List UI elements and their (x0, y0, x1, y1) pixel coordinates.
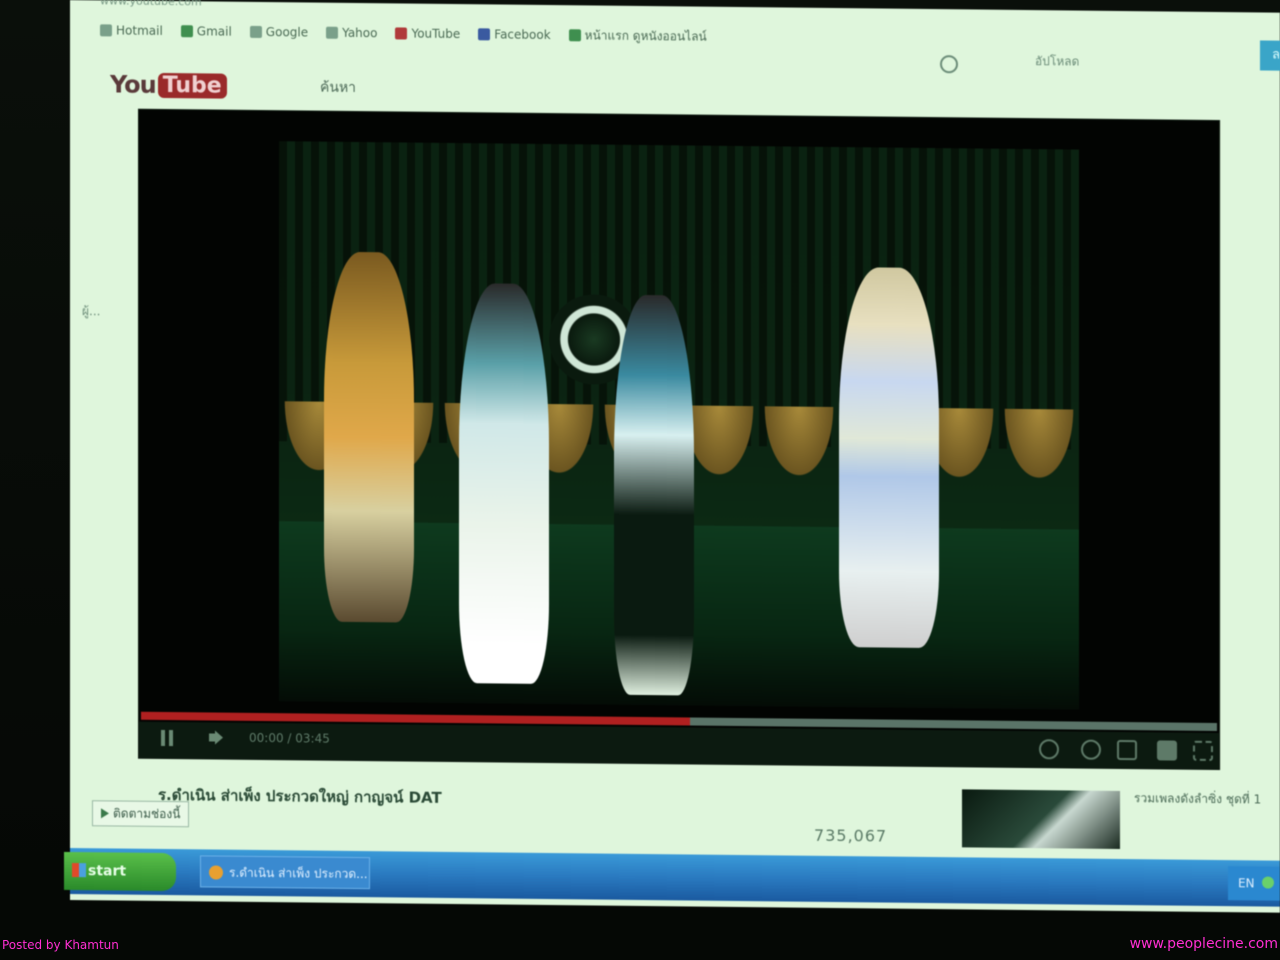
captions-icon[interactable] (1039, 739, 1059, 760)
bookmark-google[interactable]: Google (249, 25, 308, 39)
start-button[interactable]: start (64, 851, 176, 892)
subscribe-button[interactable]: ติดตามช่องนี้ (92, 800, 190, 828)
youtube-header: You Tube ค้นหา อัปโหลด ลงชื่อเข้าใช้ (110, 40, 1280, 116)
video-frame[interactable] (279, 141, 1079, 710)
play-icon (101, 808, 109, 819)
taskbar-browser-item[interactable]: ร.ดำเนิน ส่าเพ็ง ประกวด... (200, 855, 370, 890)
bookmark-icon (326, 26, 339, 39)
bookmark-yahoo[interactable]: Yahoo (326, 26, 377, 40)
bookmark-icon (180, 25, 193, 38)
header-link[interactable]: ค้นหา (320, 77, 356, 99)
singer-white (459, 283, 549, 685)
singer-blue (614, 294, 694, 696)
upload-link[interactable]: อัปโหลด (1035, 52, 1079, 71)
bookmark-facebook[interactable]: Facebook (478, 27, 551, 42)
theater-mode-icon[interactable] (1157, 740, 1177, 761)
volume-icon[interactable] (209, 730, 223, 744)
bookmark-thai-site[interactable]: หน้าแรก ดูหนังออนไลน์ (568, 26, 707, 46)
dancer-left (324, 251, 414, 623)
bookmarks-bar: Hotmail Gmail Google Yahoo YouTube Faceb… (100, 10, 707, 56)
pause-icon[interactable] (161, 730, 175, 746)
suggested-video-title[interactable]: รวมเพลงดังลำซิ่ง ชุดที่ 1 (1134, 789, 1274, 808)
view-count: 735,067 (814, 825, 888, 846)
settings-icon[interactable] (1081, 739, 1101, 760)
photographed-monitor: www.youtube.com Hotmail Gmail Google Yah… (0, 0, 1280, 913)
bookmark-youtube[interactable]: YouTube (395, 26, 460, 41)
youtube-logo[interactable]: You Tube (110, 70, 227, 99)
windows-taskbar: start ร.ดำเนิน ส่าเพ็ง ประกวด... EN (64, 848, 1280, 907)
bookmark-hotmail[interactable]: Hotmail (100, 23, 163, 38)
bookmark-icon (249, 25, 262, 39)
video-player[interactable]: 00:00 / 03:45 (138, 108, 1220, 771)
small-player-icon[interactable] (1117, 739, 1137, 761)
video-title: ร.ดำเนิน ส่าเพ็ง ประกวดใหญ่ กาญจน์ DAT (158, 785, 442, 807)
browser-icon (209, 865, 223, 880)
search-icon[interactable] (940, 55, 958, 74)
photo-credit: Posted by Khamtun (2, 938, 119, 952)
sign-in-button[interactable]: ลงชื่อเข้าใช้ (1260, 40, 1280, 72)
page-icon (568, 29, 581, 42)
website-watermark: www.peoplecine.com (1129, 936, 1278, 952)
sidebar-fragment: ผู้... (82, 304, 101, 319)
time-display: 00:00 / 03:45 (249, 730, 330, 746)
browser-window: www.youtube.com Hotmail Gmail Google Yah… (64, 0, 1280, 913)
bookmark-icon (100, 24, 112, 37)
youtube-icon (395, 27, 408, 40)
fullscreen-icon[interactable] (1193, 740, 1213, 761)
suggested-video-thumbnail[interactable] (962, 789, 1120, 849)
dancer-right (839, 267, 939, 649)
bookmark-gmail[interactable]: Gmail (180, 24, 232, 39)
windows-logo-icon (72, 863, 86, 878)
facebook-icon (478, 28, 491, 41)
system-tray[interactable]: EN (1228, 866, 1280, 901)
tray-icon (1262, 876, 1274, 889)
